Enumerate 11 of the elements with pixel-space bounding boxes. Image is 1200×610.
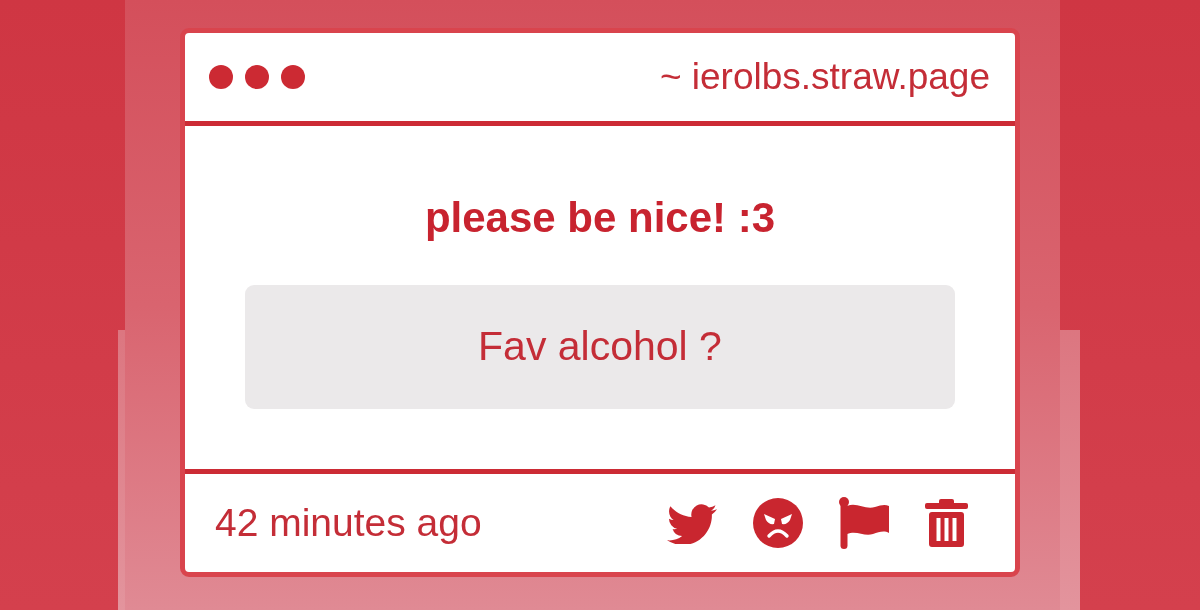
window-dot-icon [245,65,269,89]
trash-icon[interactable] [925,499,968,547]
window-dot-icon [209,65,233,89]
window-dot-icon [281,65,305,89]
angry-face-icon[interactable] [753,498,803,548]
question-text: Fav alcohol ? [478,323,722,371]
site-address: ~ ierolbs.straw.page [659,55,990,99]
flag-icon[interactable] [839,497,889,549]
prompt-title: please be nice! :3 [424,193,776,243]
bird-icon[interactable] [667,502,717,544]
timestamp: 42 minutes ago [215,500,482,546]
